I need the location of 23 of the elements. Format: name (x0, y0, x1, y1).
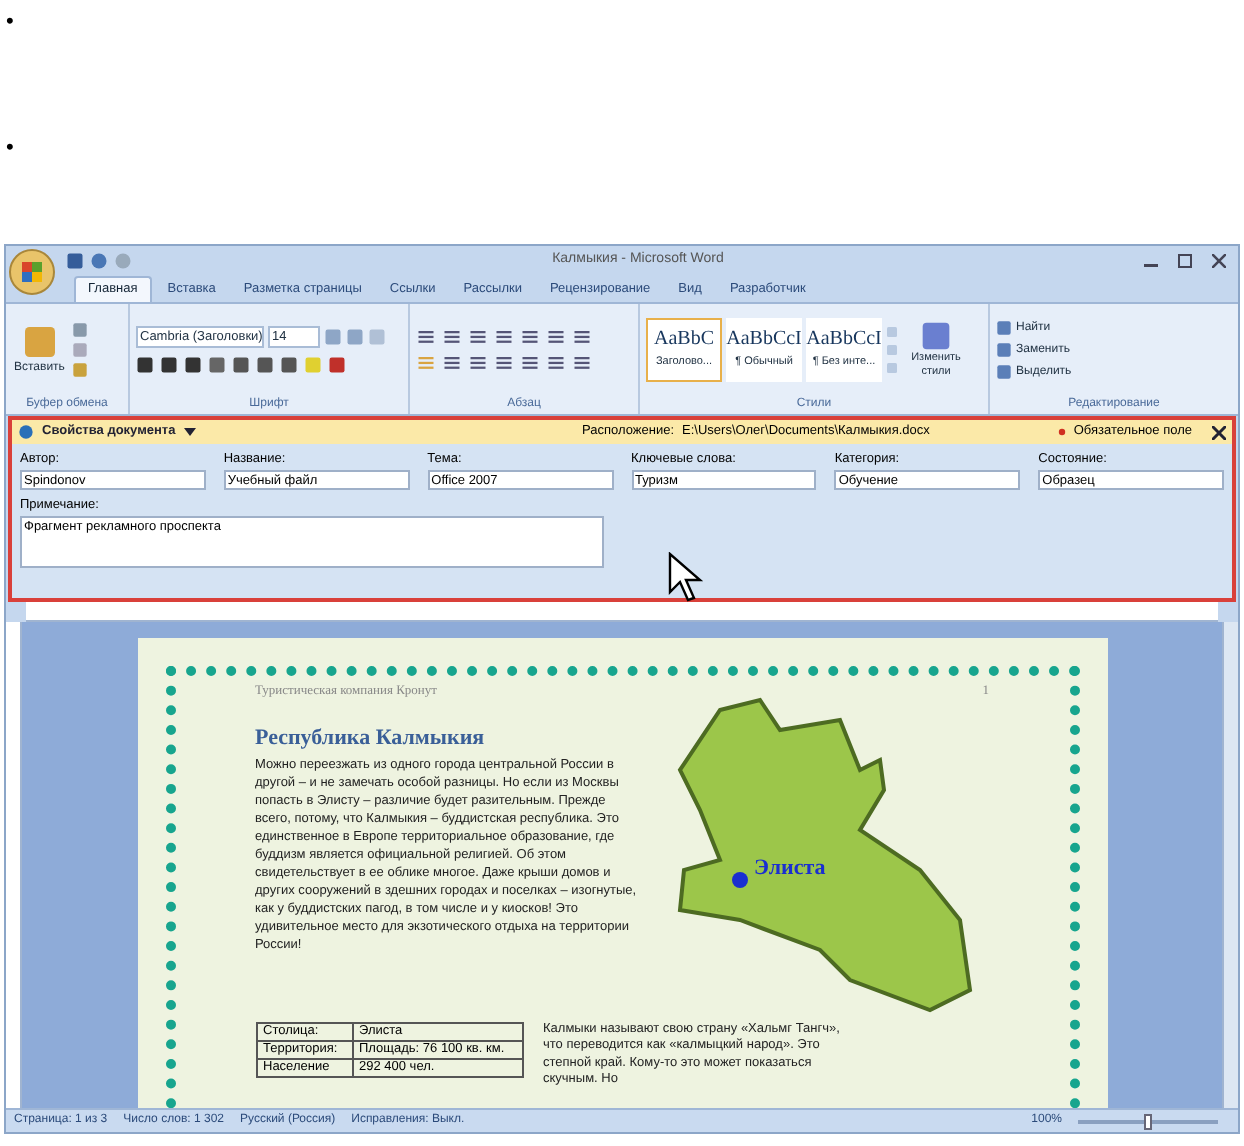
zoom-thumb[interactable] (1144, 1113, 1152, 1129)
bullet-marker: • (6, 12, 16, 34)
close-icon[interactable] (1212, 425, 1226, 439)
list-icon[interactable] (468, 328, 488, 346)
bullet-marker: • (6, 138, 16, 160)
list-icon[interactable] (546, 328, 566, 346)
align-icon[interactable] (494, 354, 514, 372)
align-icon[interactable] (468, 354, 488, 372)
maximize-icon[interactable] (1178, 253, 1192, 267)
align-icon[interactable] (520, 354, 540, 372)
vertical-scrollbar[interactable] (1222, 622, 1238, 1108)
align-icon[interactable] (442, 354, 462, 372)
align-icon[interactable] (546, 354, 566, 372)
document-heading: Республика Калмыкия (255, 723, 487, 754)
list-icon[interactable] (520, 328, 540, 346)
align-icon[interactable] (572, 354, 592, 372)
list-icon[interactable] (416, 328, 436, 346)
list-icon[interactable] (494, 328, 514, 346)
list-icon[interactable] (442, 328, 462, 346)
dropdown-caret-icon[interactable] (183, 428, 196, 436)
close-icon[interactable] (1212, 253, 1226, 267)
list-icon[interactable] (572, 328, 592, 346)
mouse-pointer-icon (668, 552, 704, 604)
